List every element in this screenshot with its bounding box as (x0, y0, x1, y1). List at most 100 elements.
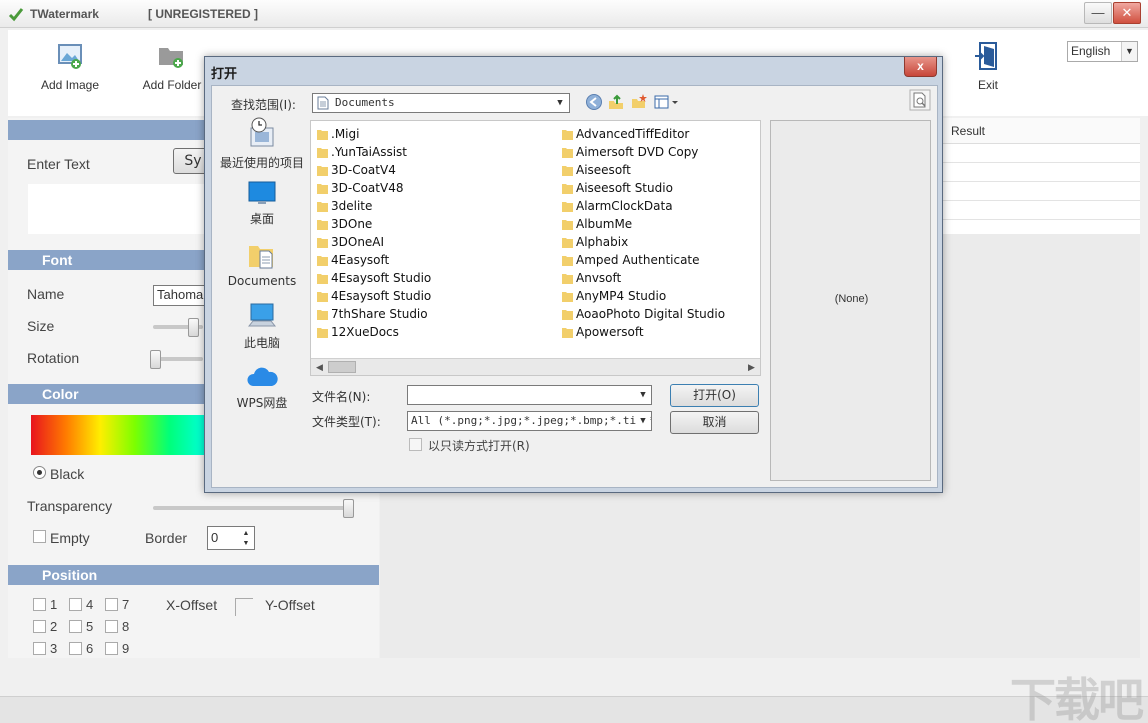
view-menu-icon[interactable] (653, 93, 681, 111)
dialog-close-button[interactable]: x (904, 57, 937, 77)
list-item[interactable]: 3DOne (315, 215, 372, 233)
file-list[interactable]: .Migi .YunTaiAssist 3D-CoatV4 3D-CoatV48 3de… (310, 120, 761, 376)
readonly-checkbox[interactable] (409, 438, 422, 451)
result-column-header[interactable]: Result (943, 118, 1140, 144)
list-item[interactable]: 7thShare Studio (315, 305, 428, 323)
folder-icon (317, 148, 328, 158)
position-7-checkbox[interactable] (105, 598, 118, 611)
transparency-slider-thumb[interactable] (343, 499, 354, 518)
place-desktop[interactable]: 桌面 (218, 180, 306, 227)
list-item[interactable]: AdvancedTiffEditor (560, 125, 689, 143)
list-item[interactable]: 3D-CoatV4 (315, 161, 396, 179)
documents-icon (249, 246, 273, 269)
list-item[interactable]: AlarmClockData (560, 197, 673, 215)
stepper-arrows-icon[interactable]: ▲ ▼ (240, 529, 252, 549)
desktop-icon (248, 181, 276, 204)
position-4-checkbox[interactable] (69, 598, 82, 611)
scrollbar-thumb[interactable] (328, 361, 356, 373)
horizontal-scrollbar[interactable]: ◀ ▶ (311, 358, 760, 375)
preview-pane: (None) (770, 120, 931, 481)
add-folder-icon (159, 48, 183, 68)
new-folder-icon[interactable] (630, 93, 648, 111)
position-6-checkbox[interactable] (69, 642, 82, 655)
font-name-select[interactable]: Tahoma (153, 285, 205, 306)
table-row[interactable] (943, 201, 1140, 220)
file-name: .Migi (331, 127, 360, 141)
position-6-label: 6 (86, 641, 94, 656)
list-item[interactable]: Amped Authenticate (560, 251, 700, 269)
place-wps-cloud[interactable]: WPS网盘 (218, 364, 306, 411)
scroll-right-icon[interactable]: ▶ (743, 359, 760, 375)
empty-checkbox[interactable] (33, 530, 46, 543)
up-folder-icon[interactable] (607, 93, 625, 111)
border-stepper[interactable]: 0 ▲ ▼ (207, 526, 255, 550)
color-spectrum-picker[interactable] (31, 415, 204, 455)
position-9-checkbox[interactable] (105, 642, 118, 655)
list-item[interactable]: 12XueDocs (315, 323, 399, 341)
list-item[interactable]: Aimersoft DVD Copy (560, 143, 698, 161)
list-item[interactable]: 4Esaysoft Studio (315, 287, 431, 305)
open-button[interactable]: 打开(O) (670, 384, 759, 407)
file-name: AlbumMe (576, 217, 633, 231)
cancel-button[interactable]: 取消 (670, 411, 759, 434)
exit-button[interactable]: Exit (948, 40, 1028, 92)
list-item[interactable]: .Migi (315, 125, 359, 143)
this-pc-icon (247, 303, 277, 327)
list-item[interactable]: 3delite (315, 197, 372, 215)
size-slider-thumb[interactable] (188, 318, 199, 337)
back-icon[interactable] (585, 93, 603, 111)
language-select[interactable]: English ▼ (1067, 41, 1138, 62)
file-name: 3DOne (331, 217, 373, 231)
table-row[interactable] (943, 163, 1140, 182)
list-item[interactable]: Anvsoft (560, 269, 621, 287)
preview-toggle-icon[interactable] (909, 89, 931, 111)
look-in-select[interactable]: Documents ▼ (312, 93, 570, 113)
black-radio[interactable] (33, 466, 46, 479)
list-item[interactable]: AlbumMe (560, 215, 632, 233)
recent-items-icon (250, 117, 274, 147)
list-item[interactable]: Alphabix (560, 233, 628, 251)
add-image-button[interactable]: Add Image (30, 40, 110, 92)
file-type-select[interactable]: All (*.png;*.jpg;*.jpeg;*.bmp;*.tif;* ▼ (407, 411, 652, 431)
close-button[interactable]: ✕ (1113, 2, 1141, 24)
list-item[interactable]: 3D-CoatV48 (315, 179, 403, 197)
position-1-checkbox[interactable] (33, 598, 46, 611)
watermark-text-input[interactable] (28, 184, 204, 234)
place-recent-items[interactable]: 最近使用的项目 (218, 116, 306, 171)
table-row[interactable] (943, 182, 1140, 201)
position-5-checkbox[interactable] (69, 620, 82, 633)
file-name-input[interactable]: ▼ (407, 385, 652, 405)
list-item[interactable]: Aiseesoft Studio (560, 179, 673, 197)
list-item[interactable]: Aiseesoft (560, 161, 631, 179)
place-documents[interactable]: Documents (218, 240, 306, 288)
folder-icon (317, 202, 328, 212)
offset-input[interactable] (235, 598, 253, 616)
minimize-button[interactable]: — (1084, 2, 1112, 24)
chevron-down-icon: ▼ (1121, 42, 1137, 61)
file-name: 3delite (331, 199, 373, 213)
position-8-checkbox[interactable] (105, 620, 118, 633)
list-item[interactable]: 4Easysoft (315, 251, 389, 269)
list-item[interactable]: Apowersoft (560, 323, 644, 341)
empty-label: Empty (50, 530, 90, 546)
transparency-slider-track[interactable] (153, 506, 353, 510)
position-2-checkbox[interactable] (33, 620, 46, 633)
position-2-label: 2 (50, 619, 58, 634)
position-3-checkbox[interactable] (33, 642, 46, 655)
rotation-slider-thumb[interactable] (150, 350, 161, 369)
list-item[interactable]: 3DOneAI (315, 233, 384, 251)
result-grid: Result (942, 118, 1140, 234)
list-item[interactable]: AnyMP4 Studio (560, 287, 666, 305)
place-label: Documents (227, 274, 297, 288)
list-item[interactable]: .YunTaiAssist (315, 143, 407, 161)
position-3-label: 3 (50, 641, 58, 656)
add-folder-button[interactable]: Add Folder (132, 40, 212, 92)
scroll-left-icon[interactable]: ◀ (311, 359, 328, 375)
position-7-label: 7 (122, 597, 130, 612)
list-item[interactable]: AoaoPhoto Digital Studio (560, 305, 725, 323)
place-this-pc[interactable]: 此电脑 (218, 302, 306, 351)
list-item[interactable]: 4Esaysoft Studio (315, 269, 431, 287)
y-offset-label: Y-Offset (265, 597, 315, 613)
folder-icon (317, 184, 328, 194)
table-row[interactable] (943, 144, 1140, 163)
